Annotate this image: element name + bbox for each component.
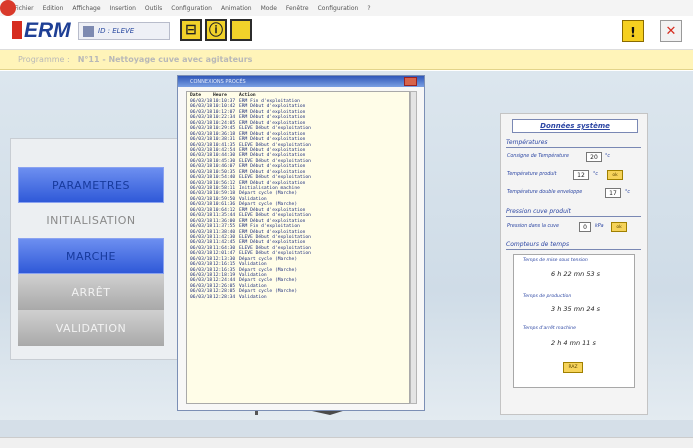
warning-icon: ! bbox=[630, 26, 636, 41]
press-label: Pression dans la cuve bbox=[507, 224, 559, 229]
blank-button[interactable] bbox=[230, 19, 252, 41]
close-icon: ✕ bbox=[665, 23, 677, 39]
user-badge: ID : ELEVE bbox=[78, 22, 170, 40]
temp-label: Température double enveloppe bbox=[507, 190, 583, 195]
info-icon: ⓘ bbox=[209, 23, 223, 39]
panel-button[interactable]: ⊟ bbox=[180, 19, 202, 41]
initialisation-button[interactable]: INITIALISATION bbox=[18, 202, 164, 238]
arret-button[interactable]: ARRÊT bbox=[18, 274, 164, 310]
program-value: N°11 - Nettoyage cuve avec agitateurs bbox=[77, 55, 253, 64]
erm-logo: ERM bbox=[12, 20, 74, 42]
timer-label: Temps de mise sous tension bbox=[523, 258, 588, 263]
system-title: Données système bbox=[512, 119, 638, 133]
temp-label: Température produit bbox=[507, 172, 557, 177]
parametres-button[interactable]: PARAMETRES bbox=[18, 167, 164, 203]
connexions-dialog: CONNEXIONS PROCÉS Date Heure Action 06/0… bbox=[177, 75, 425, 411]
temp-label: Consigne de Température bbox=[507, 154, 569, 159]
temp-ok-button[interactable]: ok bbox=[607, 170, 623, 180]
menu-item[interactable]: ? bbox=[367, 5, 370, 12]
timer-value: 6 h 22 mn 53 s bbox=[551, 270, 601, 278]
log-row[interactable]: 06/03/18 12:28:34 Validation bbox=[187, 295, 409, 300]
temp-value: 17 bbox=[605, 188, 621, 198]
menu-item[interactable]: Configuration bbox=[171, 5, 212, 12]
menu-item[interactable]: Affichage bbox=[72, 5, 100, 12]
press-ok-button[interactable]: ok bbox=[611, 222, 627, 232]
temp-unit: °c bbox=[605, 154, 611, 159]
raz-button[interactable]: RAZ bbox=[563, 362, 583, 373]
press-unit: kPa bbox=[595, 224, 604, 229]
menu-item[interactable]: Fenêtre bbox=[286, 5, 309, 12]
timer-value: 3 h 35 mn 24 s bbox=[551, 305, 601, 313]
menu-bar: Fichier Edition Affichage Insertion Outils Co… bbox=[0, 0, 693, 16]
menu-item[interactable]: Insertion bbox=[110, 5, 136, 12]
temp-section-title: Températures bbox=[506, 139, 548, 146]
close-app-button[interactable]: ✕ bbox=[660, 20, 682, 42]
temp-value: 20 bbox=[586, 152, 602, 162]
marche-button[interactable]: MARCHE bbox=[18, 238, 164, 274]
press-section-title: Pression cuve produit bbox=[506, 208, 571, 215]
menu-item[interactable]: Fichier bbox=[14, 5, 34, 12]
log-scrollbar[interactable] bbox=[410, 91, 417, 404]
timer-label: Temps de production bbox=[523, 294, 572, 299]
log-list[interactable]: Date Heure Action 06/03/18 10:10:37 ERM Fi… bbox=[186, 91, 410, 404]
app-icon[interactable] bbox=[0, 0, 16, 16]
log-header: Date Heure Action bbox=[190, 93, 256, 98]
time-section-title: Compteurs de temps bbox=[506, 241, 570, 248]
menu-item[interactable]: Configuration bbox=[318, 5, 359, 12]
warning-button[interactable]: ! bbox=[622, 20, 644, 42]
divider bbox=[506, 147, 641, 148]
timer-value: 2 h 4 mn 11 s bbox=[551, 339, 596, 347]
dialog-close-button[interactable] bbox=[404, 77, 417, 86]
panel-icon: ⊟ bbox=[185, 22, 197, 38]
menu-item[interactable]: Animation bbox=[221, 5, 252, 12]
user-icon bbox=[83, 25, 94, 37]
press-value: 0 bbox=[579, 222, 591, 232]
validation-button[interactable]: VALIDATION bbox=[18, 310, 164, 346]
program-label: Programme : bbox=[18, 55, 70, 64]
dialog-title: CONNEXIONS PROCÉS bbox=[178, 76, 424, 87]
system-panel: Données système Températures Consigne de… bbox=[500, 113, 648, 415]
info-button[interactable]: ⓘ bbox=[205, 19, 227, 41]
temp-value: 12 bbox=[573, 170, 589, 180]
divider bbox=[506, 249, 641, 250]
divider bbox=[506, 216, 641, 217]
menu-item[interactable]: Edition bbox=[43, 5, 64, 12]
status-bar bbox=[0, 437, 693, 448]
menu-item[interactable]: Outils bbox=[145, 5, 162, 12]
floor bbox=[0, 420, 693, 437]
program-bar: Programme : N°11 - Nettoyage cuve avec a… bbox=[0, 50, 693, 70]
temp-unit: °c bbox=[593, 172, 599, 177]
menu-item[interactable]: Mode bbox=[261, 5, 277, 12]
temp-unit: °c bbox=[625, 190, 631, 195]
timer-label: Temps d'arrêt machine bbox=[523, 326, 576, 331]
